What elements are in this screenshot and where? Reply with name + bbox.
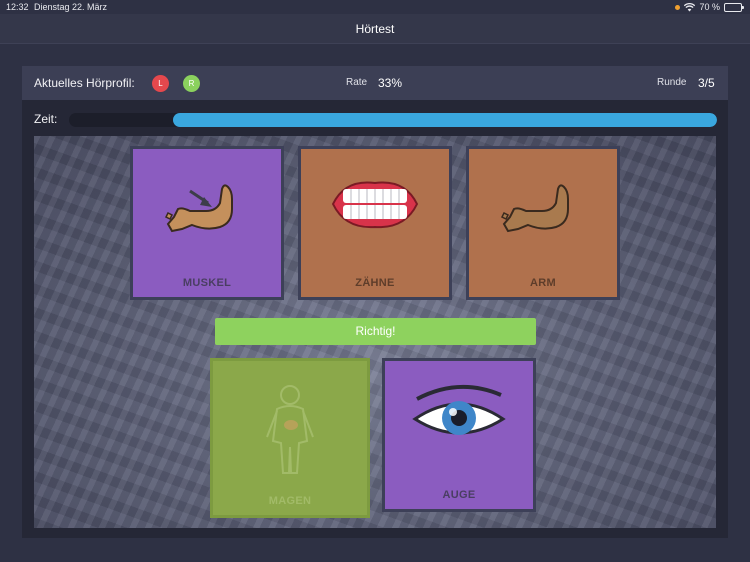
wifi-icon — [684, 2, 696, 12]
card-label: MUSKEL — [182, 277, 232, 289]
left-ear-badge: L — [152, 75, 169, 92]
round-value: 3/5 — [698, 76, 715, 90]
battery-percent: 70 % — [699, 2, 720, 12]
page-title: Hörtest — [355, 22, 395, 36]
timer-progress-fill — [172, 113, 717, 127]
card-label: ZÄHNE — [355, 277, 395, 289]
eye-icon — [385, 381, 533, 451]
hearing-profile-label: Aktuelles Hörprofil: — [34, 76, 135, 90]
rate-value: 33% — [378, 76, 403, 90]
round-label: Runde — [657, 77, 687, 88]
card-magen[interactable]: MAGEN — [210, 358, 370, 518]
info-row: Aktuelles Hörprofil: L R Rate 33% Runde … — [22, 66, 728, 100]
timer-progress-bar — [69, 113, 717, 127]
status-date: Dienstag 22. März — [34, 2, 108, 12]
arm-icon — [469, 169, 617, 249]
stomach-body-icon — [213, 381, 367, 481]
muscle-arm-icon — [133, 169, 281, 249]
card-muskel[interactable]: MUSKEL — [130, 146, 284, 300]
card-label: MAGEN — [268, 495, 312, 507]
card-zaehne[interactable]: ZÄHNE — [298, 146, 452, 300]
result-banner: Richtig! — [215, 318, 536, 345]
timer-label: Zeit: — [34, 112, 58, 126]
nav-bar: Hörtest — [0, 14, 750, 44]
status-time: 12:32 — [6, 2, 29, 12]
right-ear-badge: R — [183, 75, 200, 92]
rate-label: Rate — [346, 77, 368, 88]
card-label: AUGE — [442, 489, 476, 501]
recording-dot-icon — [675, 4, 681, 10]
card-arm[interactable]: ARM — [466, 146, 620, 300]
test-panel: Aktuelles Hörprofil: L R Rate 33% Runde … — [22, 66, 728, 538]
battery-icon — [724, 2, 744, 12]
card-label: ARM — [530, 277, 556, 289]
status-indicators: 70 % — [675, 2, 744, 12]
teeth-icon — [301, 169, 449, 239]
card-auge[interactable]: AUGE — [382, 358, 536, 512]
game-area: MUSKEL ZÄHNE ARM Richtig! MAGEN AUGE — [34, 136, 716, 528]
status-bar: 12:32 Dienstag 22. März 70 % — [0, 0, 750, 14]
